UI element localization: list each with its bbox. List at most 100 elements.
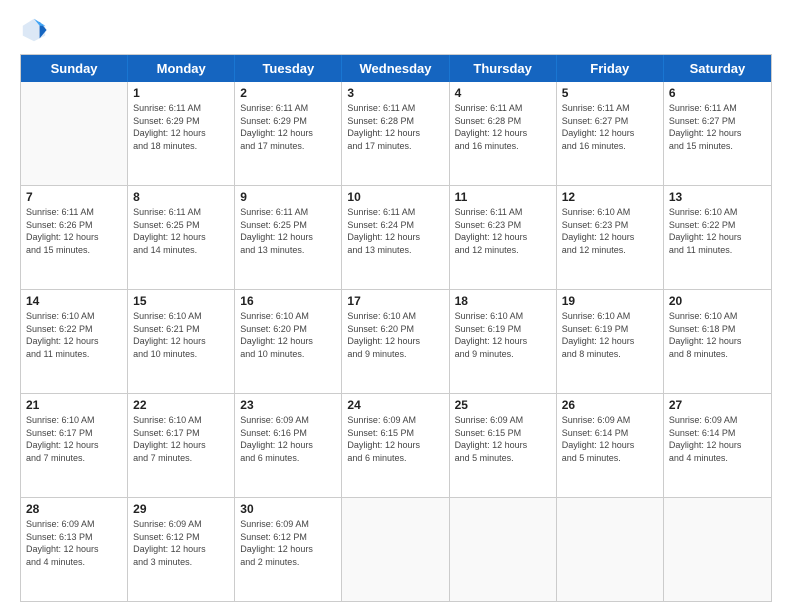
day-number: 22 [133, 398, 229, 412]
week-row-1: 1 Sunrise: 6:11 AM Sunset: 6:29 PM Daylig… [21, 82, 771, 185]
day-number: 2 [240, 86, 336, 100]
day-number: 30 [240, 502, 336, 516]
day-info: Sunrise: 6:10 AM Sunset: 6:22 PM Dayligh… [26, 310, 122, 360]
day-info: Sunrise: 6:11 AM Sunset: 6:29 PM Dayligh… [240, 102, 336, 152]
day-cell: 22 Sunrise: 6:10 AM Sunset: 6:17 PM Dayli… [128, 394, 235, 497]
day-cell: 16 Sunrise: 6:10 AM Sunset: 6:20 PM Dayli… [235, 290, 342, 393]
day-cell [664, 498, 771, 601]
day-number: 7 [26, 190, 122, 204]
day-cell: 12 Sunrise: 6:10 AM Sunset: 6:23 PM Dayli… [557, 186, 664, 289]
day-number: 27 [669, 398, 766, 412]
calendar-header: SundayMondayTuesdayWednesdayThursdayFrid… [21, 55, 771, 82]
day-number: 18 [455, 294, 551, 308]
day-number: 9 [240, 190, 336, 204]
day-cell: 7 Sunrise: 6:11 AM Sunset: 6:26 PM Daylig… [21, 186, 128, 289]
day-number: 5 [562, 86, 658, 100]
day-number: 4 [455, 86, 551, 100]
day-number: 10 [347, 190, 443, 204]
day-cell: 23 Sunrise: 6:09 AM Sunset: 6:16 PM Dayli… [235, 394, 342, 497]
day-cell: 18 Sunrise: 6:10 AM Sunset: 6:19 PM Dayli… [450, 290, 557, 393]
day-info: Sunrise: 6:09 AM Sunset: 6:12 PM Dayligh… [240, 518, 336, 568]
day-info: Sunrise: 6:10 AM Sunset: 6:17 PM Dayligh… [26, 414, 122, 464]
day-cell: 3Sunrise: 6:11 AM Sunset: 6:28 PM Daylig… [342, 82, 449, 185]
day-info: Sunrise: 6:10 AM Sunset: 6:22 PM Dayligh… [669, 206, 766, 256]
day-info: Sunrise: 6:11 AM Sunset: 6:24 PM Dayligh… [347, 206, 443, 256]
day-number: 12 [562, 190, 658, 204]
day-info: Sunrise: 6:11 AM Sunset: 6:29 PM Dayligh… [133, 102, 229, 152]
day-cell: 14 Sunrise: 6:10 AM Sunset: 6:22 PM Dayli… [21, 290, 128, 393]
day-number: 1 [133, 86, 229, 100]
day-cell: 4 Sunrise: 6:11 AM Sunset: 6:28 PM Daylig… [450, 82, 557, 185]
day-info: Sunrise: 6:09 AM Sunset: 6:15 PM Dayligh… [455, 414, 551, 464]
page: SundayMondayTuesdayWednesdayThursdayFrid… [0, 0, 792, 612]
day-cell: 30 Sunrise: 6:09 AM Sunset: 6:12 PM Dayli… [235, 498, 342, 601]
day-number: 20 [669, 294, 766, 308]
header-day-wednesday: Wednesday [342, 55, 449, 82]
day-number: 16 [240, 294, 336, 308]
calendar: SundayMondayTuesdayWednesdayThursdayFrid… [20, 54, 772, 602]
day-cell: 20 Sunrise: 6:10 AM Sunset: 6:18 PM Dayli… [664, 290, 771, 393]
day-info: Sunrise: 6:11 AM Sunset: 6:27 PM Dayligh… [562, 102, 658, 152]
day-info: Sunrise: 6:10 AM Sunset: 6:20 PM Dayligh… [347, 310, 443, 360]
day-info: Sunrise: 6:09 AM Sunset: 6:14 PM Dayligh… [669, 414, 766, 464]
day-info: Sunrise: 6:10 AM Sunset: 6:17 PM Dayligh… [133, 414, 229, 464]
day-cell [342, 498, 449, 601]
day-cell: 15 Sunrise: 6:10 AM Sunset: 6:21 PM Dayli… [128, 290, 235, 393]
day-info: Sunrise: 6:09 AM Sunset: 6:16 PM Dayligh… [240, 414, 336, 464]
day-cell: 26 Sunrise: 6:09 AM Sunset: 6:14 PM Dayli… [557, 394, 664, 497]
day-number: 21 [26, 398, 122, 412]
day-number: 3 [347, 86, 443, 100]
week-row-5: 28Sunrise: 6:09 AM Sunset: 6:13 PM Dayli… [21, 497, 771, 601]
day-number: 25 [455, 398, 551, 412]
day-number: 23 [240, 398, 336, 412]
day-cell: 17 Sunrise: 6:10 AM Sunset: 6:20 PM Dayli… [342, 290, 449, 393]
day-cell: 24 Sunrise: 6:09 AM Sunset: 6:15 PM Dayli… [342, 394, 449, 497]
logo [20, 16, 52, 44]
week-row-4: 21 Sunrise: 6:10 AM Sunset: 6:17 PM Dayli… [21, 393, 771, 497]
day-cell: 6Sunrise: 6:11 AM Sunset: 6:27 PM Daylig… [664, 82, 771, 185]
day-info: Sunrise: 6:10 AM Sunset: 6:20 PM Dayligh… [240, 310, 336, 360]
header-day-tuesday: Tuesday [235, 55, 342, 82]
day-number: 15 [133, 294, 229, 308]
header-day-friday: Friday [557, 55, 664, 82]
day-number: 14 [26, 294, 122, 308]
day-info: Sunrise: 6:11 AM Sunset: 6:25 PM Dayligh… [240, 206, 336, 256]
header-day-sunday: Sunday [21, 55, 128, 82]
day-cell: 1 Sunrise: 6:11 AM Sunset: 6:29 PM Daylig… [128, 82, 235, 185]
day-info: Sunrise: 6:11 AM Sunset: 6:23 PM Dayligh… [455, 206, 551, 256]
day-info: Sunrise: 6:10 AM Sunset: 6:21 PM Dayligh… [133, 310, 229, 360]
day-cell: 29Sunrise: 6:09 AM Sunset: 6:12 PM Dayli… [128, 498, 235, 601]
day-info: Sunrise: 6:09 AM Sunset: 6:13 PM Dayligh… [26, 518, 122, 568]
day-info: Sunrise: 6:09 AM Sunset: 6:14 PM Dayligh… [562, 414, 658, 464]
header-day-monday: Monday [128, 55, 235, 82]
day-cell: 13 Sunrise: 6:10 AM Sunset: 6:22 PM Dayli… [664, 186, 771, 289]
day-info: Sunrise: 6:10 AM Sunset: 6:18 PM Dayligh… [669, 310, 766, 360]
day-number: 17 [347, 294, 443, 308]
day-info: Sunrise: 6:11 AM Sunset: 6:25 PM Dayligh… [133, 206, 229, 256]
header [20, 16, 772, 44]
day-number: 19 [562, 294, 658, 308]
day-cell: 25 Sunrise: 6:09 AM Sunset: 6:15 PM Dayli… [450, 394, 557, 497]
day-cell [450, 498, 557, 601]
day-cell: 2 Sunrise: 6:11 AM Sunset: 6:29 PM Daylig… [235, 82, 342, 185]
day-info: Sunrise: 6:09 AM Sunset: 6:12 PM Dayligh… [133, 518, 229, 568]
day-number: 11 [455, 190, 551, 204]
day-cell: 9 Sunrise: 6:11 AM Sunset: 6:25 PM Daylig… [235, 186, 342, 289]
week-row-3: 14 Sunrise: 6:10 AM Sunset: 6:22 PM Dayli… [21, 289, 771, 393]
day-info: Sunrise: 6:11 AM Sunset: 6:28 PM Dayligh… [455, 102, 551, 152]
day-number: 26 [562, 398, 658, 412]
day-info: Sunrise: 6:10 AM Sunset: 6:23 PM Dayligh… [562, 206, 658, 256]
day-cell: 28Sunrise: 6:09 AM Sunset: 6:13 PM Dayli… [21, 498, 128, 601]
day-info: Sunrise: 6:10 AM Sunset: 6:19 PM Dayligh… [455, 310, 551, 360]
day-cell: 8Sunrise: 6:11 AM Sunset: 6:25 PM Daylig… [128, 186, 235, 289]
day-number: 13 [669, 190, 766, 204]
day-info: Sunrise: 6:11 AM Sunset: 6:26 PM Dayligh… [26, 206, 122, 256]
day-cell [557, 498, 664, 601]
day-number: 24 [347, 398, 443, 412]
header-day-thursday: Thursday [450, 55, 557, 82]
logo-icon [20, 16, 48, 44]
day-info: Sunrise: 6:11 AM Sunset: 6:27 PM Dayligh… [669, 102, 766, 152]
day-info: Sunrise: 6:09 AM Sunset: 6:15 PM Dayligh… [347, 414, 443, 464]
day-cell: 5 Sunrise: 6:11 AM Sunset: 6:27 PM Daylig… [557, 82, 664, 185]
week-row-2: 7 Sunrise: 6:11 AM Sunset: 6:26 PM Daylig… [21, 185, 771, 289]
